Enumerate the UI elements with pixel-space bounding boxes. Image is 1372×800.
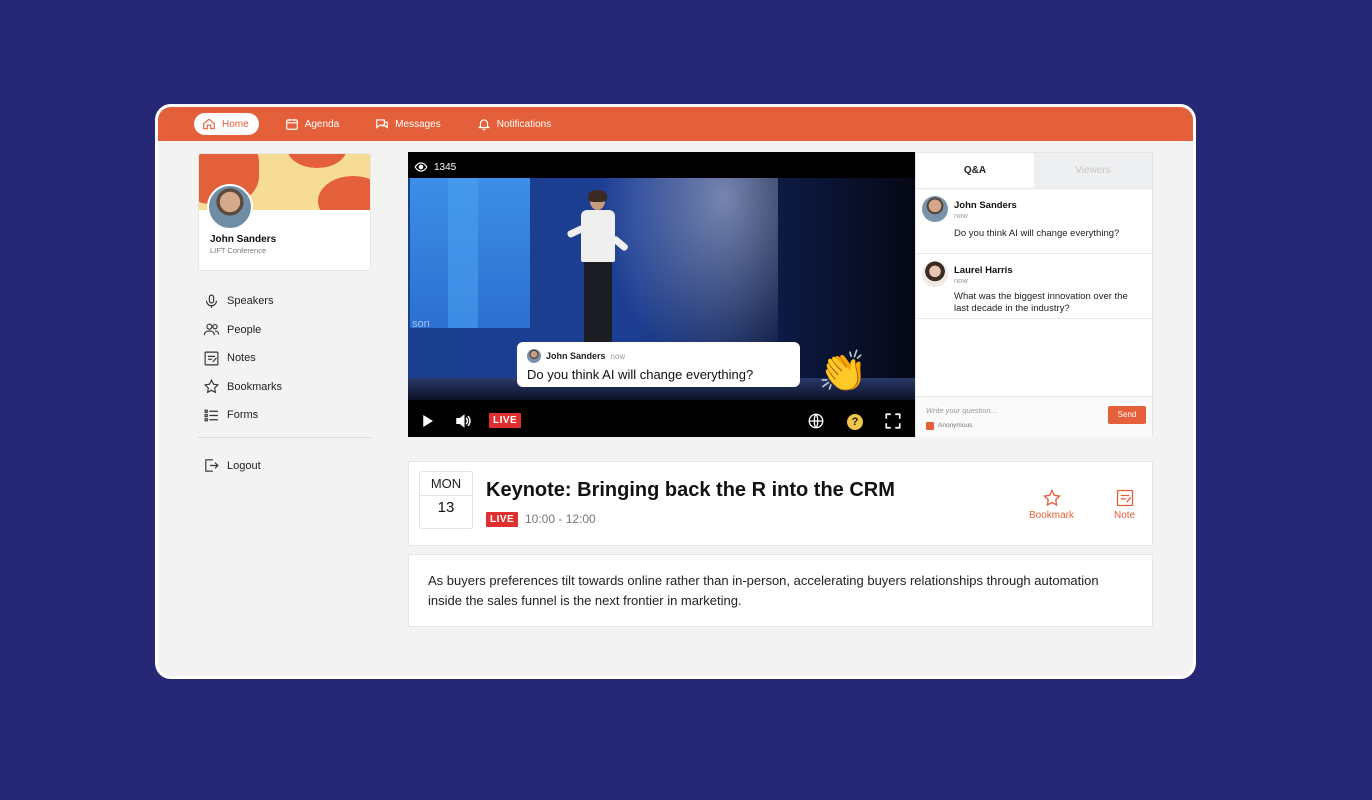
date-day-of-week: MON [420,472,472,496]
note-button[interactable]: Note [1114,488,1135,521]
sidebar-item-label: Speakers [227,295,274,308]
profile-name: John Sanders [210,234,277,245]
sidebar-item-speakers[interactable]: Speakers [203,287,373,316]
clapping-hands-icon: 👏 [818,350,868,394]
question-overlay: John Sanders now Do you think AI will ch… [517,342,800,387]
anonymous-checkbox[interactable] [926,422,934,430]
question-time: now [954,276,968,285]
nav-notifications-label: Notifications [496,118,552,130]
avatar [527,349,541,363]
app-window: Home Agenda Messages Notifications John … [155,104,1196,679]
sidebar-item-notes[interactable]: Notes [203,344,373,373]
home-icon [203,118,215,130]
session-time: 10:00 - 12:00 [525,512,596,526]
nav-agenda[interactable]: Agenda [277,113,349,135]
date-badge: MON 13 [419,471,473,529]
help-icon[interactable]: ? [847,414,863,430]
question-author: Laurel Harris [954,265,1013,276]
qa-question-item: Laurel Harris now What was the biggest i… [916,254,1152,319]
question-author: John Sanders [954,200,1017,211]
qa-tabs: Q&A Viewers [916,153,1152,189]
microphone-icon [205,294,218,308]
calendar-icon [285,118,298,130]
video-controls: LIVE 👋 ? [408,404,915,437]
star-icon [203,379,220,394]
logout-button[interactable]: Logout [203,457,261,474]
avatar [207,184,253,230]
overlay-message: Do you think AI will change everything? [527,367,754,382]
bookmark-button[interactable]: Bookmark [1029,488,1074,521]
fullscreen-icon[interactable] [884,412,902,430]
list-icon [204,409,218,422]
sidebar-item-label: Notes [227,352,256,365]
nav-home-label: Home [222,118,249,130]
live-badge: LIVE [489,413,522,428]
note-label: Note [1114,510,1136,521]
sidebar-divider [198,437,372,438]
sidebar-item-label: Bookmarks [227,380,283,393]
logout-icon [205,459,219,472]
volume-icon[interactable] [454,412,472,430]
video-player[interactable]: son 1345 John Sanders now Do you think A… [408,152,915,437]
qa-question-item: John Sanders now Do you think AI will ch… [916,189,1152,254]
question-text: What was the biggest innovation over the… [954,291,1128,314]
sidebar-menu: Speakers People Notes Bookmarks Forms [203,287,373,430]
globe-icon[interactable] [807,412,825,430]
tab-viewers[interactable]: Viewers [1034,153,1152,188]
star-icon [1042,488,1061,507]
question-time: now [954,211,968,220]
profile-card[interactable]: John Sanders LIFT Conference [198,153,371,271]
anonymous-label: Anonymous [938,422,973,429]
viewer-count: 1345 [414,160,456,174]
nav-agenda-label: Agenda [304,118,340,130]
bookmark-label: Bookmark [1029,510,1075,521]
messages-icon [376,119,389,129]
viewer-count-value: 1345 [434,161,457,173]
notes-icon [204,351,219,366]
nav-home[interactable]: Home [194,113,259,135]
eye-icon [414,162,428,172]
date-day: 13 [437,499,455,516]
play-icon[interactable] [418,412,436,430]
question-text: Do you think AI will change everything? [954,228,1120,239]
avatar [922,261,948,287]
session-card: MON 13 Keynote: Bringing back the R into… [408,461,1153,546]
qa-panel: Q&A Viewers John Sanders now Do you thin… [915,152,1153,437]
question-composer: Write your question... Anonymous Send [916,396,1152,437]
nav-notifications[interactable]: Notifications [469,113,561,135]
session-description: As buyers preferences tilt towards onlin… [408,554,1153,627]
bell-icon [477,119,490,131]
description-text: As buyers preferences tilt towards onlin… [428,573,1099,608]
avatar [922,196,948,222]
question-input[interactable]: Write your question... [926,406,997,415]
session-title: Keynote: Bringing back the R into the CR… [486,479,895,501]
logout-label: Logout [227,459,261,472]
sidebar-item-bookmarks[interactable]: Bookmarks [203,373,373,402]
top-nav-bar: Home Agenda Messages Notifications [158,107,1193,141]
sidebar-item-label: People [227,323,262,336]
live-badge: LIVE [486,512,519,527]
sidebar-item-people[interactable]: People [203,316,373,345]
nav-messages-label: Messages [395,118,441,130]
profile-subtitle: LIFT Conference [210,246,267,255]
sidebar-item-forms[interactable]: Forms [203,401,373,430]
overlay-time: now [610,351,626,361]
people-icon [203,323,220,336]
overlay-author: John Sanders [546,351,606,361]
sidebar-item-label: Forms [227,409,259,422]
notes-icon [1116,489,1133,507]
send-button[interactable]: Send [1108,406,1146,424]
stage-backdrop-text: son [412,318,430,330]
tab-qa[interactable]: Q&A [916,153,1034,188]
nav-messages[interactable]: Messages [367,113,451,135]
